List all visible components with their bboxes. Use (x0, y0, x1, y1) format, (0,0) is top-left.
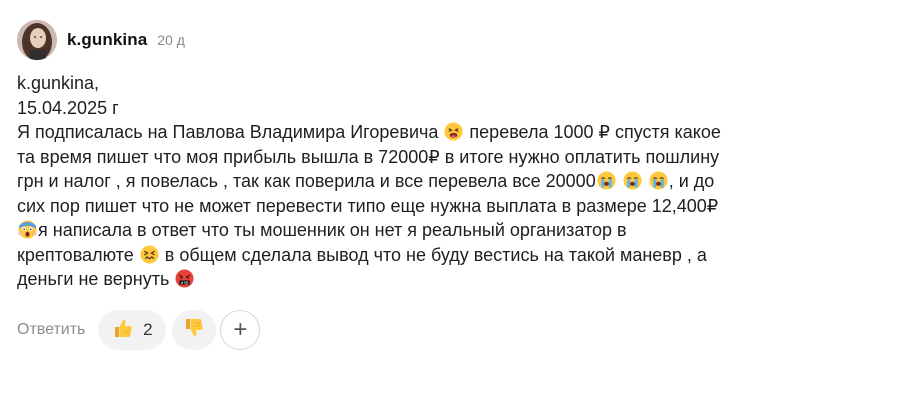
comment-line: деньги не вернуть #!@ (17, 267, 817, 292)
comment-line: k.gunkina, (17, 73, 100, 93)
crying-face-emoji-icon (623, 171, 642, 190)
author-username[interactable]: k.gunkina (67, 30, 147, 50)
crying-face-emoji-icon (597, 171, 616, 190)
cursing-face-emoji-icon: #!@ (175, 269, 194, 288)
comment-line: я написала в ответ что ты мошенник он не… (17, 218, 817, 243)
reply-button[interactable]: Ответить (17, 321, 85, 339)
plus-icon: + (233, 316, 248, 343)
screaming-face-emoji-icon (18, 220, 37, 239)
thumbs-down-icon (183, 317, 205, 344)
comment-actions: Ответить 2 + (17, 310, 261, 350)
tired-face-emoji-icon (444, 122, 463, 141)
comment-card: k.gunkina 20 д k.gunkina, 15.04.2025 г Я… (0, 0, 903, 414)
like-button[interactable]: 2 (98, 310, 167, 350)
thumbs-up-icon (112, 317, 134, 344)
comment-line: та время пишет что моя прибыль вышла в 7… (17, 146, 720, 167)
comment-line: сих пор пишет что не может перевести тип… (17, 195, 719, 216)
avatar[interactable] (17, 20, 57, 60)
comment-line: Я подписалась на Павлова Владимира Игоре… (17, 122, 721, 142)
comment-time: 20 д (157, 32, 185, 48)
comment-header: k.gunkina 20 д (17, 18, 185, 62)
comment-text: k.gunkina, 15.04.2025 г Я подписалась на… (17, 71, 817, 292)
add-reaction-button[interactable]: + (220, 310, 261, 350)
like-count: 2 (143, 320, 153, 339)
comment-line: грн и налог , я повелась , так как повер… (17, 171, 715, 191)
confounded-face-emoji-icon (140, 244, 159, 264)
crying-face-emoji-icon (649, 171, 668, 190)
comment-line: 15.04.2025 г (17, 97, 119, 118)
comment-line: крептовалюте в общем сделала вывод что н… (17, 244, 707, 265)
dislike-button[interactable] (172, 310, 217, 350)
svg-text:#!@: #!@ (181, 281, 189, 285)
